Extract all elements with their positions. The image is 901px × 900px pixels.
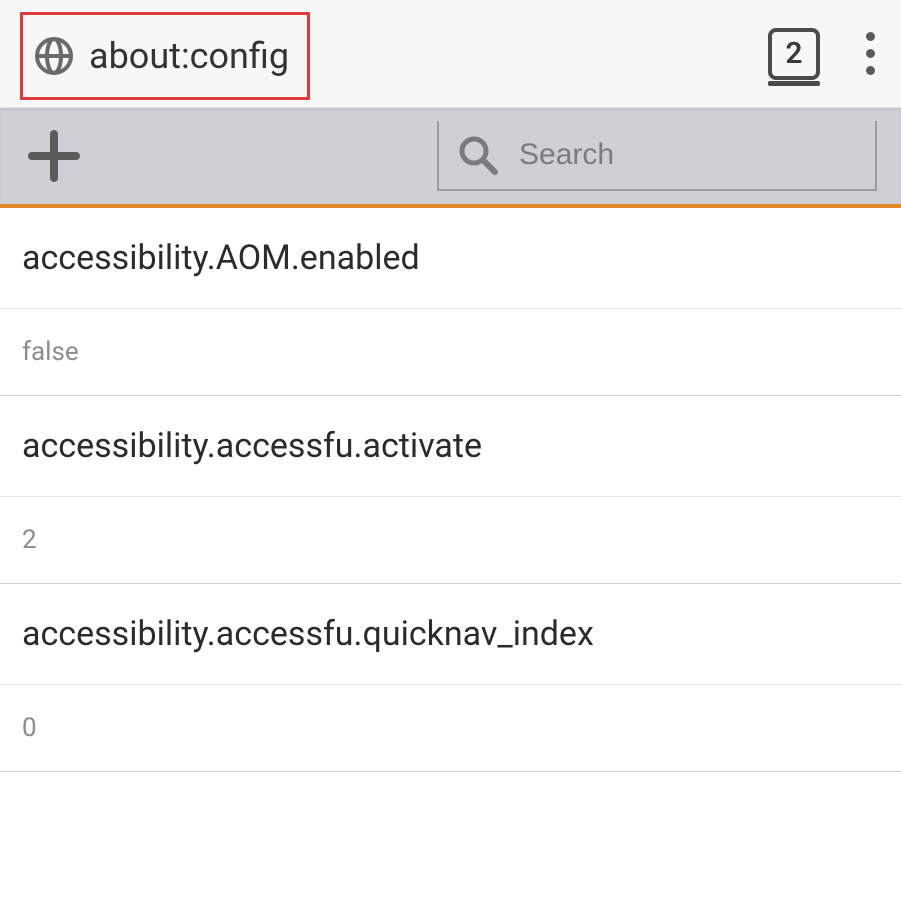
search-input[interactable] (519, 138, 901, 172)
overflow-menu-icon[interactable] (860, 26, 881, 81)
pref-name[interactable]: accessibility.accessfu.quicknav_index (0, 584, 901, 685)
url-bar[interactable]: about:config (20, 12, 310, 100)
add-pref-button[interactable] (24, 126, 84, 186)
pref-list[interactable]: accessibility.AOM.enabled false accessib… (0, 208, 901, 772)
browser-top-bar: about:config 2 (0, 0, 901, 108)
pref-name[interactable]: accessibility.accessfu.activate (0, 396, 901, 497)
globe-icon (33, 35, 75, 77)
config-toolbar (0, 108, 901, 208)
search-field-wrap[interactable] (437, 121, 877, 191)
tab-count-button[interactable]: 2 (768, 28, 820, 80)
pref-value[interactable]: 2 (0, 497, 901, 584)
url-text[interactable]: about:config (89, 35, 289, 77)
pref-value[interactable]: false (0, 309, 901, 396)
pref-value[interactable]: 0 (0, 685, 901, 772)
search-icon (457, 134, 499, 176)
pref-name[interactable]: accessibility.AOM.enabled (0, 208, 901, 309)
tab-count-value: 2 (785, 36, 802, 71)
